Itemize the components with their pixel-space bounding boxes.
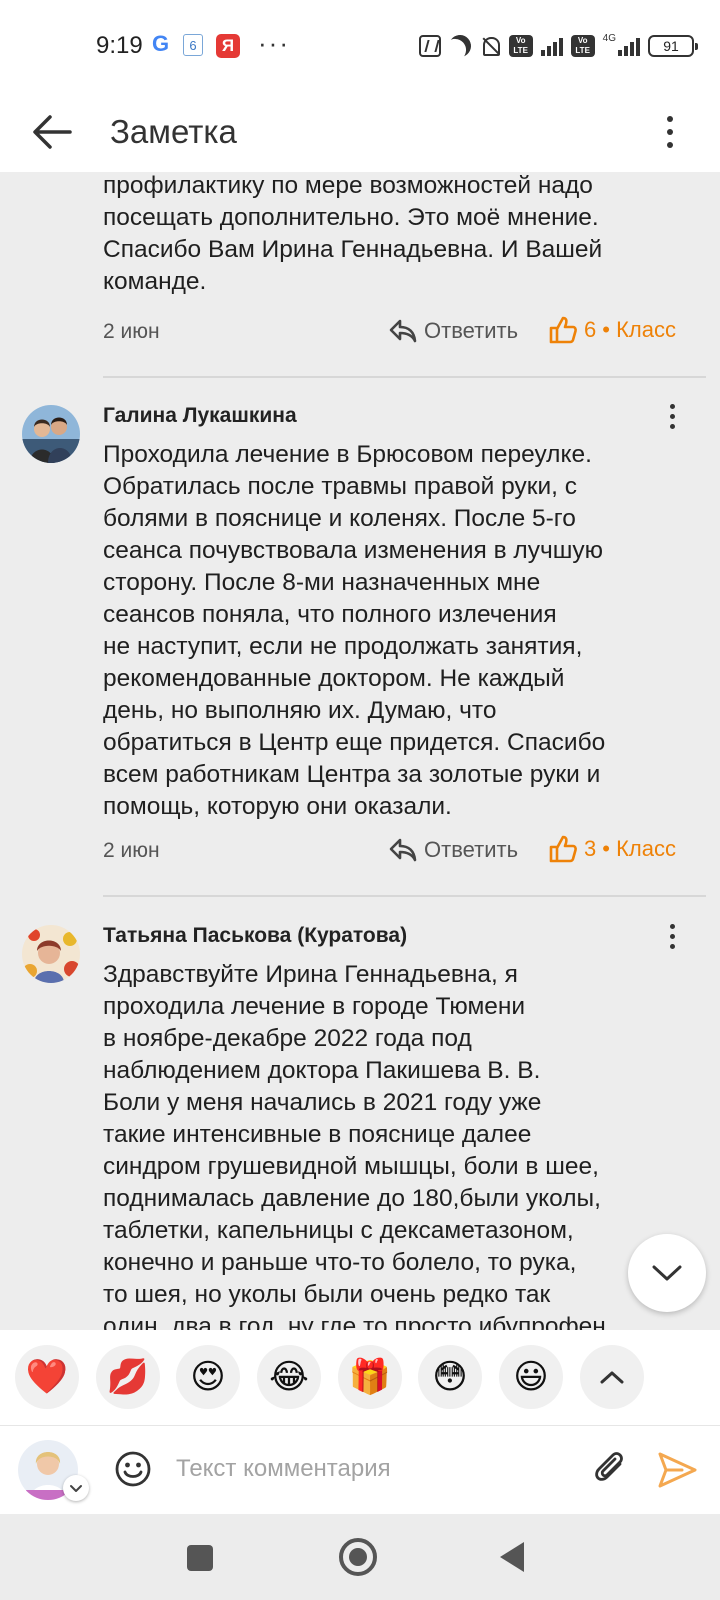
flushed-icon: 😳 — [432, 1358, 468, 1396]
reaction-gift[interactable]: 🎁 — [338, 1345, 402, 1409]
smile-icon[interactable] — [114, 1450, 152, 1488]
kiss-icon: 💋 — [106, 1358, 150, 1396]
reply-button[interactable]: Ответить — [388, 837, 518, 863]
chevron-down-icon — [652, 1265, 682, 1281]
chevron-down-icon — [70, 1485, 82, 1492]
calendar-icon: 6 — [183, 34, 203, 56]
status-time: 9:19 — [96, 32, 143, 59]
signal-icon — [618, 36, 640, 56]
comments-list[interactable]: профилактику по мере возможностей надо п… — [0, 172, 720, 1330]
more-vertical-icon[interactable] — [662, 920, 682, 952]
avatar[interactable] — [22, 405, 80, 463]
more-vertical-icon[interactable] — [662, 400, 682, 432]
more-notifications-icon: ··· — [258, 28, 290, 58]
paperclip-icon[interactable] — [590, 1448, 630, 1490]
expand-reactions-button[interactable] — [580, 1345, 644, 1409]
account-switch-button[interactable] — [63, 1475, 89, 1501]
battery-icon: 91 — [648, 35, 698, 57]
do-not-disturb-icon — [446, 32, 474, 60]
comment-author[interactable]: Татьяна Паськова (Куратова) — [103, 924, 407, 948]
status-bar: 9:19 G 6 Я ··· Vo LTE Vo LTE 4G 91 — [0, 0, 720, 92]
volte-icon: Vo LTE — [570, 35, 595, 57]
comment-date: 2 июн — [103, 839, 160, 862]
divider — [103, 895, 706, 897]
gift-icon: 🎁 — [348, 1358, 392, 1396]
class-label: • Класс — [602, 317, 676, 342]
class-label: • Класс — [602, 836, 676, 861]
smile-emoji-icon: 😃 — [513, 1358, 549, 1396]
like-button[interactable]: 6 • Класс — [548, 315, 676, 345]
thumbs-up-icon — [549, 835, 577, 863]
heart-eyes-icon: 😍 — [190, 1358, 226, 1396]
like-count: 6 — [584, 317, 597, 342]
yandex-icon: Я — [216, 34, 240, 58]
heart-icon: ❤️ — [25, 1358, 69, 1396]
muted-bell-icon — [479, 35, 501, 57]
more-vertical-icon[interactable] — [658, 102, 682, 162]
comment-text: Здравствуйте Ирина Геннадьевна, я проход… — [103, 961, 606, 1330]
nfc-icon — [418, 35, 441, 57]
like-button[interactable]: 3 • Класс — [548, 834, 676, 864]
reply-icon — [389, 838, 417, 862]
laughing-icon: 😂 — [269, 1358, 309, 1396]
signal-icon — [540, 36, 563, 56]
home-button[interactable] — [339, 1538, 377, 1576]
reply-label: Ответить — [424, 318, 519, 343]
comment-author[interactable]: Галина Лукашкина — [103, 404, 297, 428]
reaction-heart-eyes[interactable]: 😍 — [176, 1345, 240, 1409]
reply-label: Ответить — [424, 837, 519, 862]
reactions-bar: ❤️ 💋 😍 😂 🎁 😳 😃 — [0, 1330, 720, 1426]
avatar[interactable] — [22, 925, 80, 983]
like-count: 3 — [584, 836, 597, 861]
reply-button[interactable]: Ответить — [388, 318, 518, 344]
page-title: Заметка — [110, 113, 237, 150]
comment-composer — [0, 1426, 720, 1514]
network-type: 4G — [602, 32, 616, 44]
reaction-kiss[interactable]: 💋 — [96, 1345, 160, 1409]
reaction-heart[interactable]: ❤️ — [15, 1345, 79, 1409]
back-button[interactable] — [500, 1542, 524, 1572]
app-header: Заметка — [0, 92, 720, 172]
comment-text: Проходила лечение в Брюсовом переулке. О… — [103, 441, 606, 820]
send-icon[interactable] — [656, 1450, 698, 1490]
scroll-down-button[interactable] — [628, 1234, 706, 1312]
reaction-flushed[interactable]: 😳 — [418, 1345, 482, 1409]
reply-icon — [389, 319, 417, 343]
volte-icon: Vo LTE — [508, 35, 533, 57]
comment-text: профилактику по мере возможностей надо п… — [103, 172, 603, 295]
reaction-smile[interactable]: 😃 — [499, 1345, 563, 1409]
system-navigation-bar — [0, 1514, 720, 1600]
comment-input[interactable] — [176, 1446, 566, 1492]
thumbs-up-icon — [549, 316, 577, 344]
arrow-left-icon[interactable] — [30, 110, 74, 154]
status-icons: Vo LTE Vo LTE 4G 91 — [418, 32, 698, 60]
comment-date: 2 июн — [103, 320, 160, 343]
chevron-up-icon — [600, 1371, 624, 1384]
google-icon: G — [152, 31, 170, 56]
divider — [103, 376, 706, 378]
reaction-laughing[interactable]: 😂 — [257, 1345, 321, 1409]
recent-apps-button[interactable] — [187, 1545, 213, 1571]
